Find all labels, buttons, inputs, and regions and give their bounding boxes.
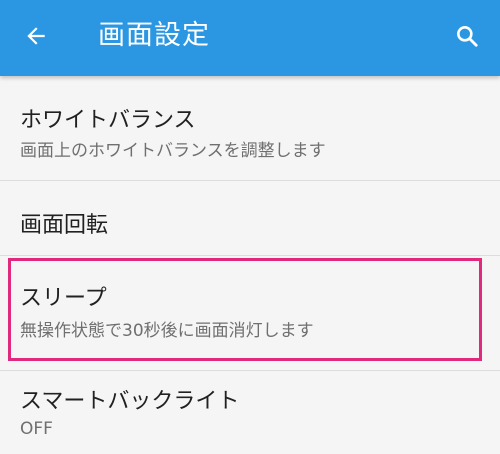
arrow-left-icon	[27, 27, 45, 45]
setting-sleep[interactable]: スリープ 無操作状態で30秒後に画面消灯します	[0, 256, 500, 360]
setting-subtitle: OFF	[20, 419, 53, 439]
page-title: 画面設定	[98, 20, 210, 51]
setting-subtitle: 画面上のホワイトバランスを調整します	[20, 141, 326, 161]
back-button[interactable]	[14, 14, 58, 58]
search-button[interactable]	[445, 14, 489, 58]
app-bar: 画面設定	[0, 0, 500, 76]
search-icon	[457, 26, 478, 47]
setting-screen-rotation[interactable]: 画面回転	[0, 181, 500, 255]
setting-title: ホワイトバランス	[20, 108, 196, 133]
setting-title: スリープ	[20, 286, 107, 311]
setting-title: スマートバックライト	[20, 389, 240, 414]
setting-title: 画面回転	[20, 213, 109, 238]
setting-smart-backlight[interactable]: スマートバックライト OFF	[0, 371, 500, 454]
settings-screen: 画面設定 ホワイトバランス 画面上のホワイトバランスを調整します 画面回転 スリ…	[0, 0, 500, 454]
setting-subtitle: 無操作状態で30秒後に画面消灯します	[20, 321, 314, 341]
setting-white-balance[interactable]: ホワイトバランス 画面上のホワイトバランスを調整します	[0, 76, 500, 180]
